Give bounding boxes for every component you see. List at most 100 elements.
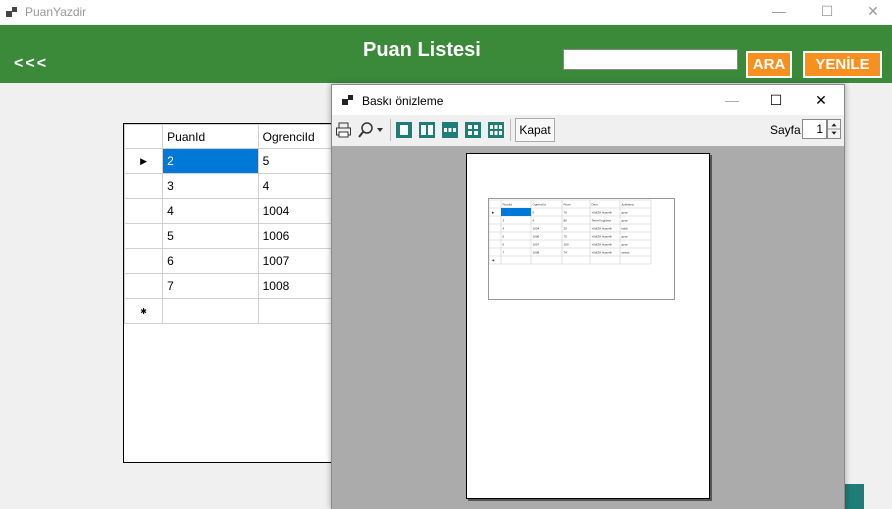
three-pages-icon[interactable] xyxy=(441,120,459,140)
mini-cell-text: 20 xyxy=(564,227,568,231)
table-row[interactable]: 4 1004 xyxy=(124,198,337,224)
toolbar-separator xyxy=(390,119,391,141)
mini-cell-text: 6 xyxy=(503,243,505,247)
mini-header-text: Puan xyxy=(564,203,571,207)
table-row[interactable]: ▶ 2 5 xyxy=(124,148,337,174)
grid-cell[interactable]: 5 xyxy=(162,223,259,249)
search-input[interactable] xyxy=(563,49,738,70)
dialog-maximize-button[interactable]: ☐ xyxy=(754,85,798,115)
app-icon xyxy=(342,95,353,105)
page-title: Puan Listesi xyxy=(363,39,481,61)
mini-header-text: Aciklama xyxy=(622,203,635,207)
six-pages-icon[interactable] xyxy=(487,120,505,140)
close-button[interactable]: ✕ xyxy=(850,0,892,24)
column-header-ogrenciid[interactable]: OgrenciId xyxy=(257,124,337,149)
mini-cell-text: yesas xyxy=(622,251,630,255)
mini-cell-text: 75 xyxy=(564,235,568,239)
grid-cell[interactable] xyxy=(162,298,259,324)
new-row-icon: ✱ xyxy=(124,298,164,324)
mini-cell-text: YildIZH Hazirlik xyxy=(592,211,613,215)
mini-new-row-icon: ✱ xyxy=(492,259,495,263)
grid-cell[interactable]: 2 xyxy=(162,148,259,174)
table-row[interactable]: 5 1006 xyxy=(124,223,337,249)
mini-cell-text: gecti xyxy=(622,243,629,247)
row-header[interactable] xyxy=(124,198,164,224)
dialog-close-button[interactable]: ✕ xyxy=(799,85,843,115)
window-title: PuanYazdir xyxy=(25,5,87,19)
grid-cell[interactable] xyxy=(257,298,337,324)
mini-cell-text: 5 xyxy=(533,211,535,215)
table-row[interactable]: 6 1007 xyxy=(124,248,337,274)
dialog-minimize-button[interactable]: — xyxy=(710,85,754,115)
mini-cell-text: 7 xyxy=(503,251,505,255)
mini-header-text: OgrenciId xyxy=(533,203,546,207)
page-spinner[interactable] xyxy=(827,119,841,139)
spin-up-icon xyxy=(831,123,837,127)
mini-cell-text: YildIZH Hazirlik xyxy=(592,251,613,255)
scores-grid[interactable]: PuanId OgrenciId ▶ 2 5 3 4 4 1004 5 1006… xyxy=(123,123,338,463)
grid-cell[interactable]: 1006 xyxy=(257,223,337,249)
row-header[interactable] xyxy=(124,273,164,299)
mini-cell-text: 1004 xyxy=(533,227,540,231)
grid-cell[interactable]: 3 xyxy=(162,173,259,199)
row-header[interactable] xyxy=(124,223,164,249)
zoom-icon[interactable] xyxy=(358,120,386,140)
mini-cell-text: 1007 xyxy=(533,243,540,247)
mini-cell-text: gecti xyxy=(622,235,629,239)
table-row[interactable]: 3 4 xyxy=(124,173,337,199)
page-label: Sayfa xyxy=(770,123,801,137)
mini-current-row-icon: ▶ xyxy=(492,211,495,215)
preview-area[interactable]: PuanId OgrenciId Puan Ders Aciklama 5 70 YildIZ… xyxy=(332,146,844,509)
new-row[interactable]: ✱ xyxy=(124,298,337,324)
print-icon[interactable] xyxy=(335,120,353,140)
mini-cell-text: YildIZH Hazirlik xyxy=(592,243,613,247)
grid-cell[interactable]: 1007 xyxy=(257,248,337,274)
app-icon xyxy=(6,7,17,17)
mini-header-text: PuanId xyxy=(503,203,513,207)
mini-cell-text: 3 xyxy=(503,219,505,223)
grid-cell[interactable]: 6 xyxy=(162,248,259,274)
row-header-corner xyxy=(124,124,164,149)
mini-cell-text: 4 xyxy=(503,227,505,231)
close-preview-button[interactable]: Kapat xyxy=(515,118,555,142)
refresh-button[interactable]: YENİLE xyxy=(803,51,882,78)
minimize-button[interactable]: — xyxy=(756,0,802,24)
mini-cell-text: 74 xyxy=(564,251,568,255)
grid-cell[interactable]: 7 xyxy=(162,273,259,299)
header-bar: <<< Puan Listesi ARA YENİLE xyxy=(0,25,892,83)
print-preview-dialog: Baskı önizleme — ☐ ✕ Kapat Sayfa 1 PuanI… xyxy=(331,84,845,509)
back-button[interactable]: <<< xyxy=(14,55,48,73)
mini-cell-text: kaldi xyxy=(622,227,629,231)
grid-header-row: PuanId OgrenciId xyxy=(124,124,337,149)
grid-cell[interactable]: 1004 xyxy=(257,198,337,224)
column-header-puanid[interactable]: PuanId xyxy=(162,124,259,149)
mini-cell-text: Temel Ingilizce xyxy=(592,219,612,223)
main-titlebar: PuanYazdir — ☐ ✕ xyxy=(0,0,892,24)
mini-header-text: Ders xyxy=(592,203,599,207)
four-pages-icon[interactable] xyxy=(464,120,482,140)
mini-cell-text: 80 xyxy=(564,219,568,223)
dialog-titlebar: Baskı önizleme — ☐ ✕ xyxy=(332,85,844,115)
one-page-icon[interactable] xyxy=(395,120,413,140)
current-row-icon: ▶ xyxy=(124,148,164,174)
mini-selected-cell xyxy=(501,208,531,216)
row-header[interactable] xyxy=(124,173,164,199)
grid-cell[interactable]: 5 xyxy=(257,148,337,174)
row-header[interactable] xyxy=(124,248,164,274)
grid-cell[interactable]: 4 xyxy=(257,173,337,199)
preview-page: PuanId OgrenciId Puan Ders Aciklama 5 70 YildIZ… xyxy=(466,153,710,499)
preview-toolbar: Kapat Sayfa 1 xyxy=(332,115,844,145)
grid-cell[interactable]: 1008 xyxy=(257,273,337,299)
dialog-title: Baskı önizleme xyxy=(362,94,444,108)
mini-cell-text: 1006 xyxy=(533,235,540,239)
mini-cell-text: YildIZH Hazirlik xyxy=(592,227,613,231)
grid-cell[interactable]: 4 xyxy=(162,198,259,224)
maximize-button[interactable]: ☐ xyxy=(804,0,850,24)
mini-cell-text: 1008 xyxy=(533,251,540,255)
search-button[interactable]: ARA xyxy=(746,51,792,78)
two-pages-icon[interactable] xyxy=(418,120,436,140)
mini-cell-text: 4 xyxy=(533,219,535,223)
page-number-input[interactable]: 1 xyxy=(802,119,827,139)
mini-cell-text: 5 xyxy=(503,235,505,239)
table-row[interactable]: 7 1008 xyxy=(124,273,337,299)
